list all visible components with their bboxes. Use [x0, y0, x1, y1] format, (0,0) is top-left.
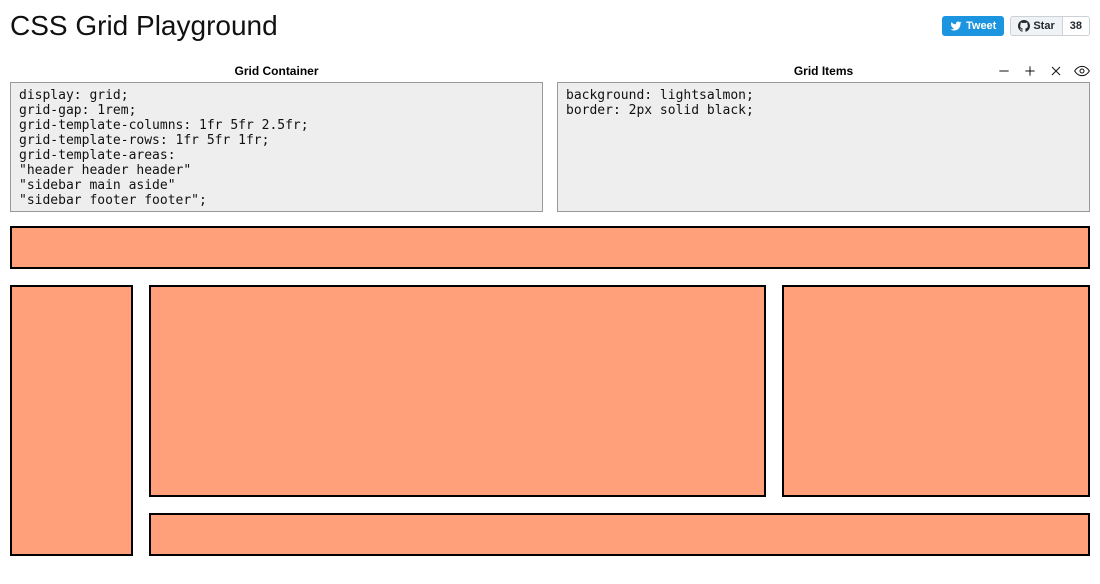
tweet-button[interactable]: Tweet: [942, 16, 1004, 36]
plus-icon: [1022, 63, 1038, 79]
grid-items-code-input[interactable]: [557, 82, 1090, 212]
grid-cell-aside: [782, 285, 1090, 498]
grid-cell-footer: [149, 513, 1090, 556]
github-star-button[interactable]: Star: [1010, 16, 1062, 36]
grid-cell-sidebar: [10, 285, 133, 556]
remove-item-button[interactable]: [996, 63, 1012, 79]
close-icon: [1048, 63, 1064, 79]
twitter-icon: [950, 20, 962, 32]
grid-container-label: Grid Container: [234, 64, 318, 78]
grid-preview: [10, 226, 1090, 556]
github-icon: [1018, 20, 1030, 32]
star-count[interactable]: 38: [1063, 16, 1090, 36]
grid-container-code-input[interactable]: [10, 82, 543, 212]
minus-icon: [996, 63, 1012, 79]
grid-cell-header: [10, 226, 1090, 269]
grid-cell-main: [149, 285, 765, 498]
toggle-visibility-button[interactable]: [1074, 63, 1090, 79]
close-item-button[interactable]: [1048, 63, 1064, 79]
star-button-label: Star: [1033, 20, 1054, 32]
grid-items-label: Grid Items: [794, 64, 853, 78]
page-title: CSS Grid Playground: [10, 10, 278, 42]
add-item-button[interactable]: [1022, 63, 1038, 79]
eye-icon: [1074, 63, 1090, 79]
tweet-button-label: Tweet: [966, 20, 996, 32]
